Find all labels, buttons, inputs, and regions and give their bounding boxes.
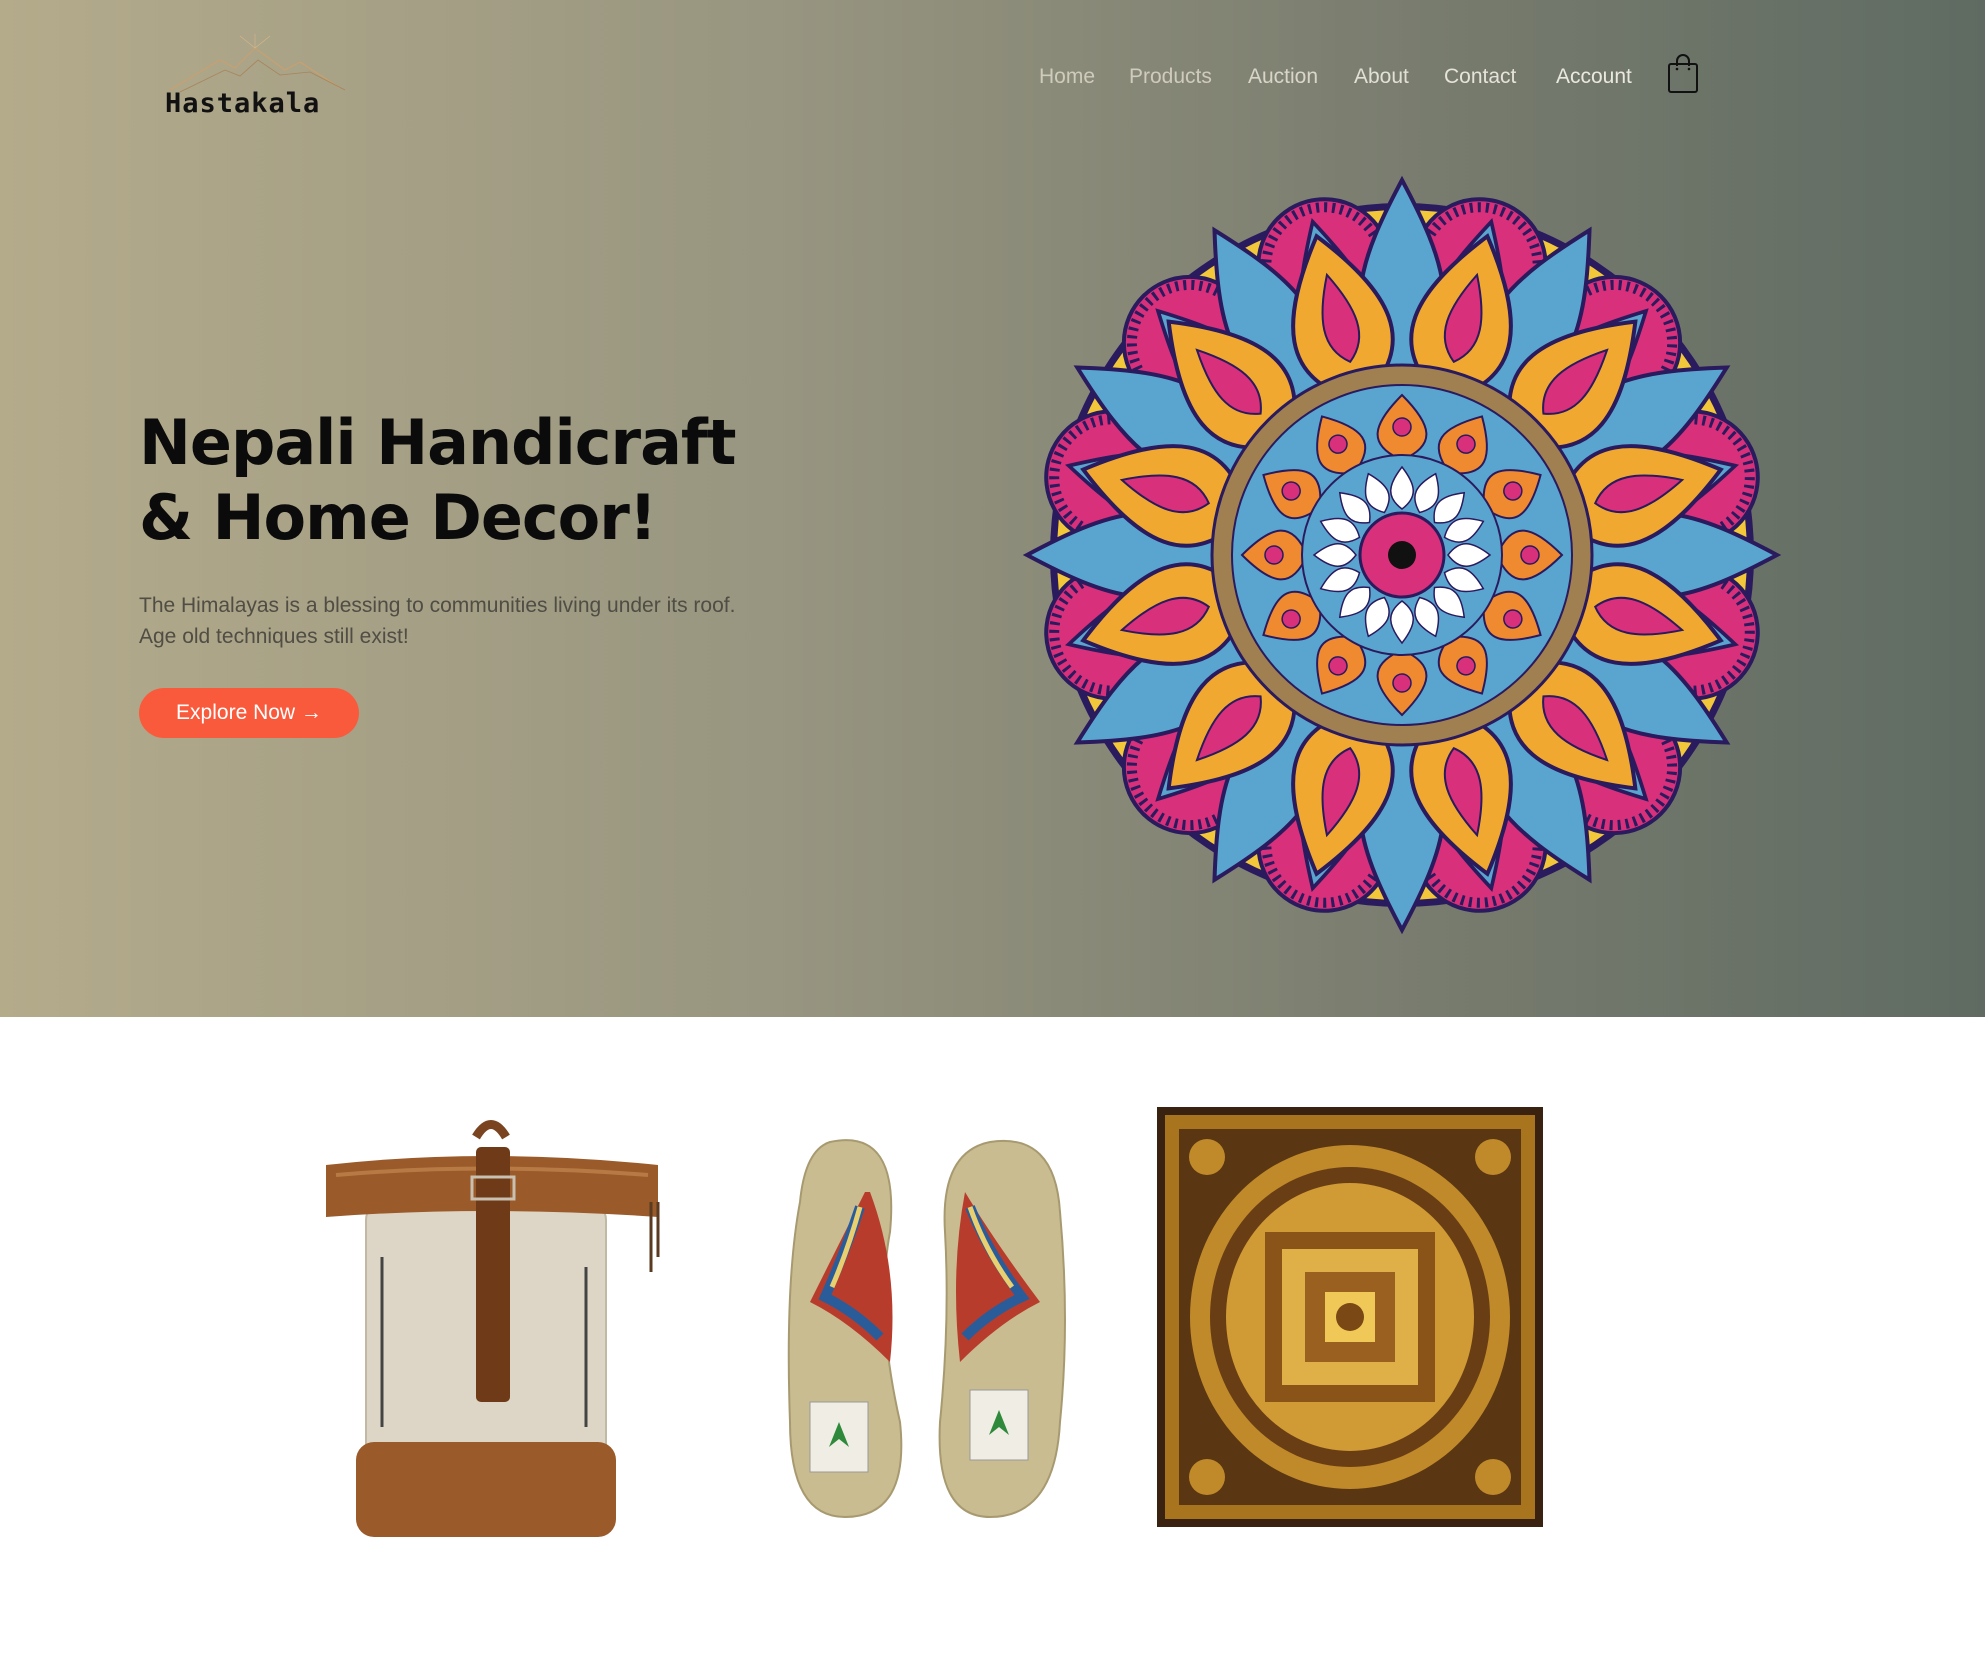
hero-title-line-2: & Home Decor!	[139, 481, 657, 554]
backpack-image	[326, 1120, 660, 1537]
shopping-bag-icon[interactable]	[1667, 52, 1699, 94]
explore-now-button[interactable]: Explore Now →	[139, 688, 359, 738]
product-showcase	[0, 1017, 1985, 1672]
brand-logo[interactable]: Hastakala	[160, 30, 350, 130]
mandala-inner-dot	[1264, 545, 1284, 565]
nav-contact[interactable]: Contact	[1444, 60, 1516, 94]
nav-account[interactable]: Account	[1556, 60, 1632, 94]
mandala-inner-dot	[1392, 673, 1412, 693]
sandals-image	[787, 1139, 1066, 1519]
nav-home[interactable]: Home	[1039, 60, 1095, 94]
mandala-inner-dot	[1520, 545, 1540, 565]
nav-products[interactable]: Products	[1129, 60, 1212, 94]
hero-subtitle-line-1: The Himalayas is a blessing to communiti…	[139, 594, 736, 617]
hero-subtitle-line-2: Age old techniques still exist!	[139, 625, 409, 648]
mandala-eye	[1388, 541, 1416, 569]
hero-section: Hastakala Home Products Auction About Co…	[0, 0, 1985, 1017]
nav-auction[interactable]: Auction	[1248, 60, 1318, 94]
brand-name: Hastakala	[165, 88, 321, 119]
product-card-sandals[interactable]	[760, 1122, 1080, 1532]
product-card-backpack[interactable]	[296, 1107, 686, 1537]
hero-subtitle: The Himalayas is a blessing to communiti…	[139, 590, 839, 652]
nav-about[interactable]: About	[1354, 60, 1409, 94]
hero-title-line-1: Nepali Handicraft	[139, 406, 737, 479]
hero-title: Nepali Handicraft & Home Decor!	[139, 405, 839, 555]
product-card-thangka[interactable]	[1157, 1107, 1543, 1527]
thangka-image	[1157, 1107, 1543, 1527]
mandala-illustration	[1022, 175, 1782, 935]
mandala-inner-dot	[1392, 417, 1412, 437]
